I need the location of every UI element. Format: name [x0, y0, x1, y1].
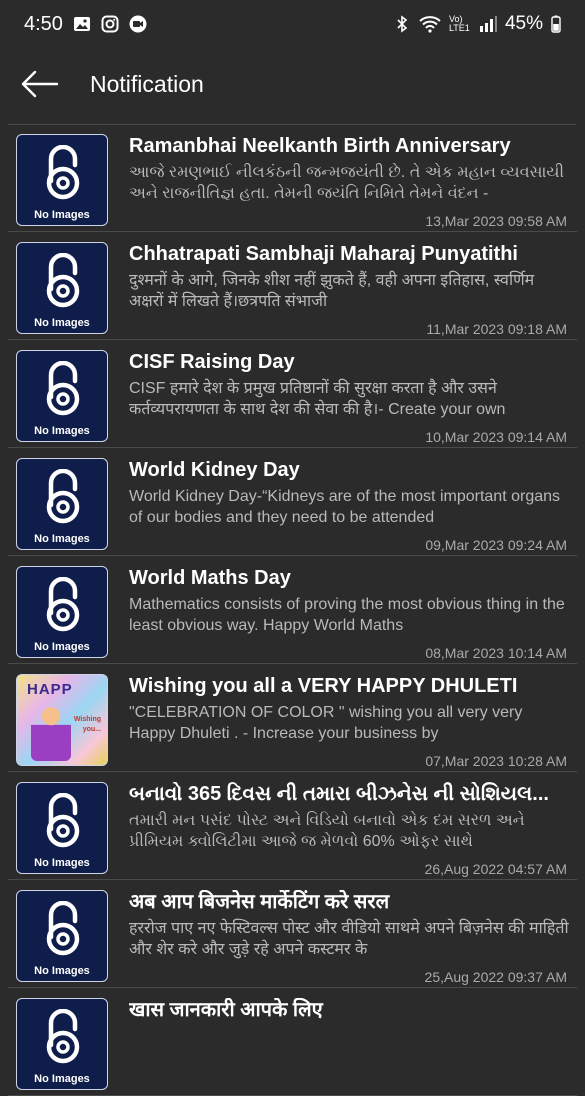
notification-title: World Kidney Day [129, 459, 300, 481]
no-images-label: No Images [34, 533, 90, 545]
notification-body: "CELEBRATION OF COLOR " wishing you all … [129, 704, 523, 742]
notification-body [129, 1026, 571, 1068]
notification-item[interactable]: No Images अब आप बिजनेस मार्केटिंग करे सर… [8, 880, 577, 988]
notification-list[interactable]: No Images Ramanbhai Neelkanth Birth Anni… [0, 124, 585, 1096]
thumbnail: No Images [16, 998, 108, 1090]
notification-date: 07,Mar 2023 10:28 AM [425, 753, 567, 769]
notification-date: 08,Mar 2023 10:14 AM [425, 645, 567, 661]
app-logo-icon [46, 901, 80, 956]
notification-item[interactable]: No Images Ramanbhai Neelkanth Birth Anni… [8, 124, 577, 232]
arrow-back-icon [21, 70, 59, 98]
battery-icon [551, 15, 561, 33]
app-logo-icon [46, 361, 80, 416]
no-images-label: No Images [34, 425, 90, 437]
notification-date: 10,Mar 2023 09:14 AM [425, 429, 567, 445]
notification-item[interactable]: No Images World Kidney Day World Kidney … [8, 448, 577, 556]
notification-date: 26,Aug 2022 04:57 AM [424, 861, 567, 877]
app-logo-icon [46, 469, 80, 524]
notification-title: Ramanbhai Neelkanth Birth Anniversary [129, 135, 511, 157]
photo-caption: Wishing you... [73, 716, 101, 733]
notification-title: Wishing you all a VERY HAPPY DHULETI [129, 675, 518, 697]
app-logo-icon [46, 145, 80, 200]
notification-body: हररोज पाए नए फेस्टिवल्स पोस्ट और वीडियो … [129, 920, 569, 958]
notification-body: Mathematics consists of proving the most… [129, 596, 565, 634]
no-images-label: No Images [34, 857, 90, 869]
notification-title: अब आप बिजनेस मार्केटिंग करे सरल [129, 891, 390, 913]
app-logo-icon [46, 253, 80, 308]
app-logo-icon [46, 793, 80, 848]
notification-title: World Maths Day [129, 567, 291, 589]
instagram-icon [101, 15, 119, 33]
notification-item[interactable]: No Images CISF Raising Day CISF हमारे दे… [8, 340, 577, 448]
notification-date: 13,Mar 2023 09:58 AM [425, 213, 567, 229]
battery-percent: 45% [504, 13, 543, 34]
notification-title: खास जानकारी आपके लिए [129, 999, 323, 1021]
thumbnail: No Images [16, 134, 108, 226]
app-bar: Notification [0, 48, 585, 120]
thumbnail: No Images [16, 458, 108, 550]
no-images-label: No Images [34, 317, 90, 329]
notification-item[interactable]: No Images World Maths Day Mathematics co… [8, 556, 577, 664]
thumbnail: No Images [16, 566, 108, 658]
gallery-icon [73, 17, 90, 31]
wifi-icon [419, 16, 441, 33]
notification-date: 09,Mar 2023 09:24 AM [425, 537, 567, 553]
notification-body: दुश्मनों के आगे, जिनके शीश नहीं झुकते है… [129, 272, 535, 310]
thumbnail: No Images [16, 350, 108, 442]
notification-item[interactable]: HAPP Wishing you... Wishing you all a VE… [8, 664, 577, 772]
photo-banner: HAPP [27, 681, 73, 698]
video-record-icon [129, 15, 147, 33]
no-images-label: No Images [34, 209, 90, 221]
network-type: Vo) LTE1 [448, 14, 470, 33]
notification-title: CISF Raising Day [129, 351, 295, 373]
notification-item[interactable]: No Images खास जानकारी आपके लिए [8, 988, 577, 1096]
thumbnail: No Images [16, 890, 108, 982]
app-logo-icon [46, 1009, 80, 1064]
notification-body: તમારી મન પસંદ પોસ્ટ અને વિડિયો બનાવો એક … [129, 812, 525, 850]
app-logo-icon [46, 577, 80, 632]
notification-title: બનાવો 365 દિવસ ની તમારા બીઝનેસ ની સોશિયલ… [129, 783, 549, 805]
clock: 4:50 [24, 12, 63, 35]
status-bar: 4:50 Vo) LTE1 45% [0, 0, 585, 48]
no-images-label: No Images [34, 1073, 90, 1085]
notification-date: 25,Aug 2022 09:37 AM [424, 969, 567, 985]
no-images-label: No Images [34, 641, 90, 653]
page-title: Notification [90, 70, 204, 97]
notification-item[interactable]: No Images બનાવો 365 દિવસ ની તમારા બીઝનેસ… [8, 772, 577, 880]
back-button[interactable] [20, 64, 60, 104]
notification-body: આજે રમણભાઈ નીલકંઠની જન્મજયંતી છે. તે એક … [129, 164, 565, 202]
notification-item[interactable]: No Images Chhatrapati Sambhaji Maharaj P… [8, 232, 577, 340]
notification-date: 11,Mar 2023 09:18 AM [426, 321, 567, 337]
notification-title: Chhatrapati Sambhaji Maharaj Punyatithi [129, 243, 518, 265]
bluetooth-icon [397, 15, 408, 33]
signal-icon [479, 16, 497, 32]
no-images-label: No Images [34, 965, 90, 977]
thumbnail: No Images [16, 782, 108, 874]
notification-body: CISF हमारे देश के प्रमुख प्रतिष्ठानों की… [129, 380, 506, 418]
notification-body: World Kidney Day-“Kidneys are of the mos… [129, 488, 561, 526]
thumbnail-photo: HAPP Wishing you... [16, 674, 108, 766]
thumbnail: No Images [16, 242, 108, 334]
